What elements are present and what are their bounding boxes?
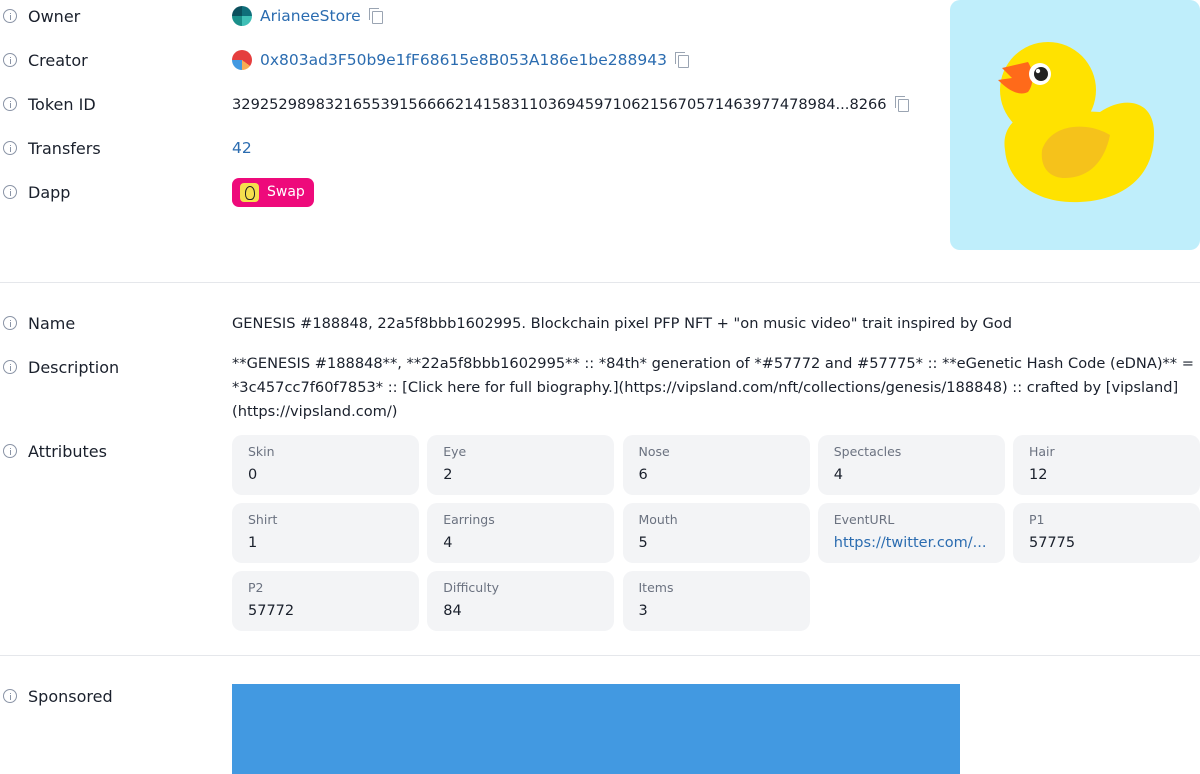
attribute-name: Mouth — [638, 512, 678, 527]
attribute-value: 1 — [248, 535, 258, 551]
attribute-name: Shirt — [248, 512, 278, 527]
attribute-card: Earrings 4 — [427, 503, 615, 563]
attribute-card: Spectacles 4 — [817, 435, 1005, 495]
attribute-value: 5 — [638, 535, 648, 551]
section-divider — [0, 655, 1200, 656]
duck-icon — [240, 182, 259, 202]
rubber-duck-image — [998, 42, 1155, 203]
attribute-value: 0 — [248, 467, 258, 483]
attribute-value: 6 — [638, 467, 648, 483]
token-id-value: 3292529898321655391566662141583110369459… — [232, 95, 887, 113]
attribute-value: 57775 — [1029, 535, 1076, 551]
swap-button-label: Swap — [267, 184, 305, 200]
attribute-name: Earrings — [443, 512, 495, 527]
transfers-count-link[interactable]: 42 — [232, 139, 252, 157]
info-icon[interactable] — [3, 97, 17, 111]
attribute-card: Items 3 — [622, 571, 810, 631]
creator-row: Creator 0x803ad3F50b9e1fF68615e8B053A186… — [0, 44, 689, 76]
attribute-value: 4 — [833, 467, 843, 483]
attributes-label: Attributes — [28, 441, 107, 461]
owner-link[interactable]: ArianeeStore — [260, 7, 361, 25]
attribute-name: P1 — [1029, 512, 1045, 527]
attribute-card: Mouth 5 — [622, 503, 810, 563]
info-icon[interactable] — [3, 141, 17, 155]
dapp-label: Dapp — [28, 182, 71, 202]
attribute-card: Hair 12 — [1013, 435, 1200, 495]
event-url-link[interactable]: https://twitter.com/... — [834, 535, 987, 551]
description-value: **GENESIS #188848**, **22a5f8bbb1602995*… — [232, 355, 1194, 420]
sponsored-row: Sponsored — [0, 680, 232, 712]
attribute-name: Eye — [443, 444, 467, 459]
attribute-value: 84 — [443, 603, 462, 619]
name-row: Name GENESIS #188848, 22a5f8bbb1602995. … — [0, 307, 1200, 339]
info-icon[interactable] — [3, 689, 17, 703]
attribute-name: P2 — [248, 580, 264, 595]
nft-name-value: GENESIS #188848, 22a5f8bbb1602995. Block… — [232, 314, 1012, 332]
description-row: Description **GENESIS #188848**, **22a5f… — [0, 351, 1200, 424]
transfers-label: Transfers — [28, 138, 101, 158]
info-icon[interactable] — [3, 53, 17, 67]
attribute-name: Skin — [248, 444, 275, 459]
owner-label: Owner — [28, 6, 81, 26]
attribute-value: 57772 — [248, 603, 295, 619]
name-label: Name — [28, 313, 76, 333]
transfers-row: Transfers 42 — [0, 132, 252, 164]
attribute-value: 2 — [443, 467, 453, 483]
copy-icon[interactable] — [894, 96, 909, 112]
dapp-row: Dapp Swap — [0, 176, 314, 208]
creator-address-link[interactable]: 0x803ad3F50b9e1fF68615e8B053A186e1be2889… — [260, 51, 667, 69]
sponsored-banner[interactable] — [232, 684, 960, 774]
creator-avatar — [232, 50, 252, 70]
attribute-card: Eye 2 — [427, 435, 615, 495]
info-icon[interactable] — [3, 316, 17, 330]
attribute-name: Hair — [1029, 444, 1055, 459]
sponsored-label: Sponsored — [28, 686, 113, 706]
info-icon[interactable] — [3, 444, 17, 458]
attribute-name: Spectacles — [833, 444, 902, 459]
swap-dapp-button[interactable]: Swap — [232, 177, 314, 207]
attributes-row: Attributes — [0, 435, 232, 467]
attribute-card: P1 57775 — [1013, 503, 1200, 563]
attribute-name: Difficulty — [443, 580, 499, 595]
info-icon[interactable] — [3, 185, 17, 199]
nft-image[interactable] — [950, 0, 1200, 250]
copy-icon[interactable] — [674, 52, 689, 68]
attribute-value: 4 — [443, 535, 453, 551]
attribute-card: P2 57772 — [232, 571, 419, 631]
attributes-grid: Skin 0 Eye 2 Nose 6 Spectacles 4 Hair 12… — [232, 435, 1200, 631]
attribute-card: Skin 0 — [232, 435, 419, 495]
attribute-name: Nose — [638, 444, 670, 459]
copy-icon[interactable] — [368, 8, 383, 24]
info-icon[interactable] — [3, 9, 17, 23]
attribute-name: EventURL — [833, 512, 895, 527]
attribute-card-eventurl: EventURL https://twitter.com/...↗ — [817, 503, 1005, 563]
owner-avatar — [232, 6, 252, 26]
token-id-label: Token ID — [28, 94, 96, 114]
token-id-row: Token ID 3292529898321655391566662141583… — [0, 88, 909, 120]
description-label: Description — [28, 357, 120, 377]
creator-label: Creator — [28, 50, 88, 70]
attribute-card: Difficulty 84 — [427, 571, 615, 631]
section-divider — [0, 282, 1200, 283]
nft-details-page: Owner ArianeeStore Creator 0x803ad3F50b9… — [0, 0, 1200, 774]
owner-row: Owner ArianeeStore — [0, 0, 383, 32]
attribute-name: Items — [638, 580, 674, 595]
attribute-value: 12 — [1029, 467, 1048, 483]
attribute-card: Shirt 1 — [232, 503, 419, 563]
attribute-value: 3 — [638, 603, 648, 619]
info-icon[interactable] — [3, 360, 17, 374]
attribute-card: Nose 6 — [622, 435, 810, 495]
